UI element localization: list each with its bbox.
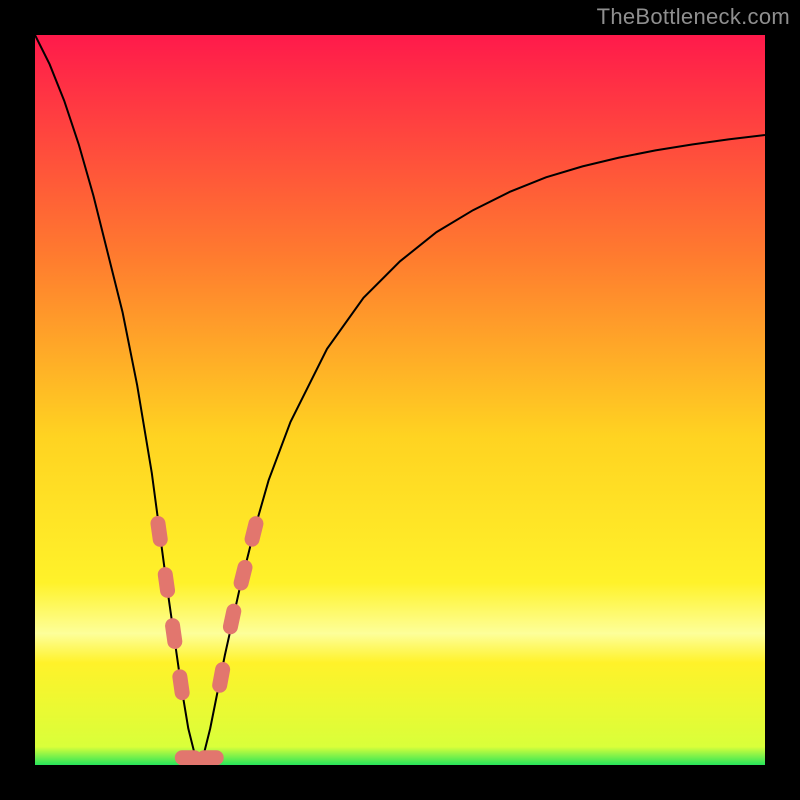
gradient-background: [35, 35, 765, 765]
bottleneck-chart-svg: [35, 35, 765, 765]
chart-frame: TheBottleneck.com: [0, 0, 800, 800]
marker-pill: [197, 751, 223, 765]
watermark-text: TheBottleneck.com: [597, 4, 790, 30]
plot-area: [35, 35, 765, 765]
marker-group-bottom: [175, 751, 223, 765]
